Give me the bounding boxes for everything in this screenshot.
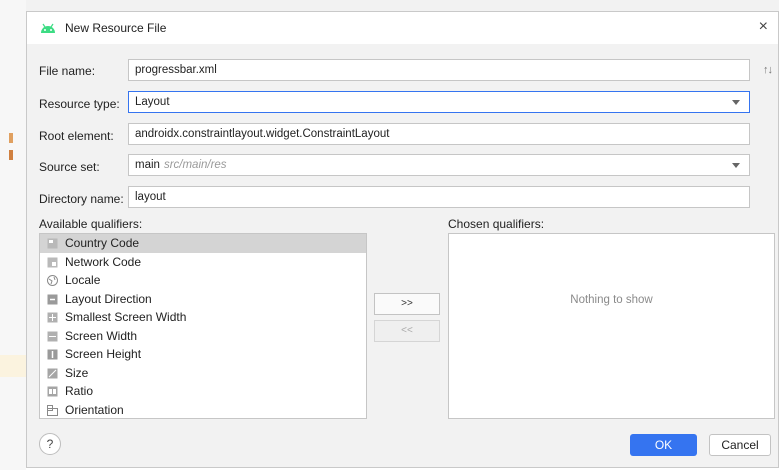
gutter-marker	[9, 133, 13, 143]
list-item-label: Smallest Screen Width	[65, 310, 187, 324]
new-resource-file-dialog: New Resource File × File name: progressb…	[26, 11, 779, 468]
screen-width-icon	[47, 331, 58, 341]
file-name-label: File name:	[39, 64, 96, 78]
screen-height-icon	[47, 349, 58, 360]
list-item-label: Orientation	[65, 402, 124, 417]
list-item-label: Screen Height	[65, 347, 142, 361]
source-set-label: Source set:	[39, 160, 100, 174]
root-element-input[interactable]: androidx.constraintlayout.widget.Constra…	[128, 123, 750, 145]
list-item-label: Country Code	[65, 236, 140, 250]
available-qualifiers-label: Available qualifiers:	[39, 217, 143, 231]
resource-type-label: Resource type:	[39, 97, 120, 111]
ide-background	[26, 0, 779, 11]
list-item[interactable]: Smallest Screen Width	[40, 308, 366, 327]
list-item-label: Layout Direction	[65, 291, 152, 306]
smallest-width-icon	[47, 312, 58, 323]
list-item[interactable]: Country Code	[40, 234, 366, 253]
source-set-value: main	[135, 159, 160, 171]
highlighted-line	[0, 355, 26, 377]
list-item[interactable]: Network Code	[40, 253, 366, 272]
android-icon	[41, 23, 55, 33]
available-qualifiers-list[interactable]: Country Code Network Code Locale Layout …	[39, 233, 367, 419]
dialog-titlebar: New Resource File ×	[27, 12, 778, 44]
source-set-hint: src/main/res	[163, 159, 227, 171]
remove-qualifier-button[interactable]: <<	[374, 320, 440, 342]
chosen-qualifiers-list[interactable]: Nothing to show	[448, 233, 775, 419]
list-item[interactable]: Orientation	[40, 401, 366, 419]
country-code-icon	[47, 238, 58, 249]
directory-name-label: Directory name:	[39, 192, 124, 206]
add-qualifier-button[interactable]: >>	[374, 293, 440, 315]
sort-icon[interactable]: ↑↓	[763, 64, 773, 76]
source-set-select[interactable]: main src/main/res	[128, 154, 750, 176]
network-code-icon	[47, 257, 58, 267]
ok-button[interactable]: OK	[630, 434, 697, 456]
dialog-title: New Resource File	[65, 21, 167, 35]
cancel-button[interactable]: Cancel	[709, 434, 771, 456]
list-item[interactable]: Screen Width	[40, 327, 366, 346]
close-button[interactable]: ×	[759, 18, 768, 36]
directory-name-input[interactable]: layout	[128, 186, 750, 208]
list-item[interactable]: Layout Direction	[40, 290, 366, 309]
empty-state-text: Nothing to show	[570, 294, 653, 306]
list-item-label: Ratio	[65, 384, 94, 398]
list-item-label: Locale	[65, 273, 101, 287]
root-element-label: Root element:	[39, 129, 114, 143]
chosen-qualifiers-label: Chosen qualifiers:	[448, 217, 545, 231]
list-item[interactable]: Ratio	[40, 382, 366, 401]
file-name-input[interactable]: progressbar.xml	[128, 59, 750, 81]
list-item-label: Screen Width	[65, 328, 138, 343]
layout-direction-icon	[47, 294, 58, 304]
chevron-down-icon	[732, 163, 740, 168]
list-item[interactable]: Locale	[40, 271, 366, 290]
resource-type-select[interactable]: Layout	[128, 91, 750, 113]
gutter-marker	[9, 150, 13, 160]
help-button[interactable]: ?	[39, 433, 61, 455]
ratio-icon	[47, 386, 58, 397]
list-item[interactable]: Screen Height	[40, 345, 366, 364]
resource-type-value: Layout	[135, 96, 170, 108]
ide-editor-gutter	[0, 0, 26, 470]
size-icon	[47, 368, 58, 378]
list-item[interactable]: Size	[40, 364, 366, 383]
orientation-icon	[47, 404, 58, 416]
list-item-label: Size	[65, 365, 89, 380]
list-item-label: Network Code	[65, 254, 142, 269]
chevron-down-icon	[732, 100, 740, 105]
globe-icon	[47, 275, 58, 286]
